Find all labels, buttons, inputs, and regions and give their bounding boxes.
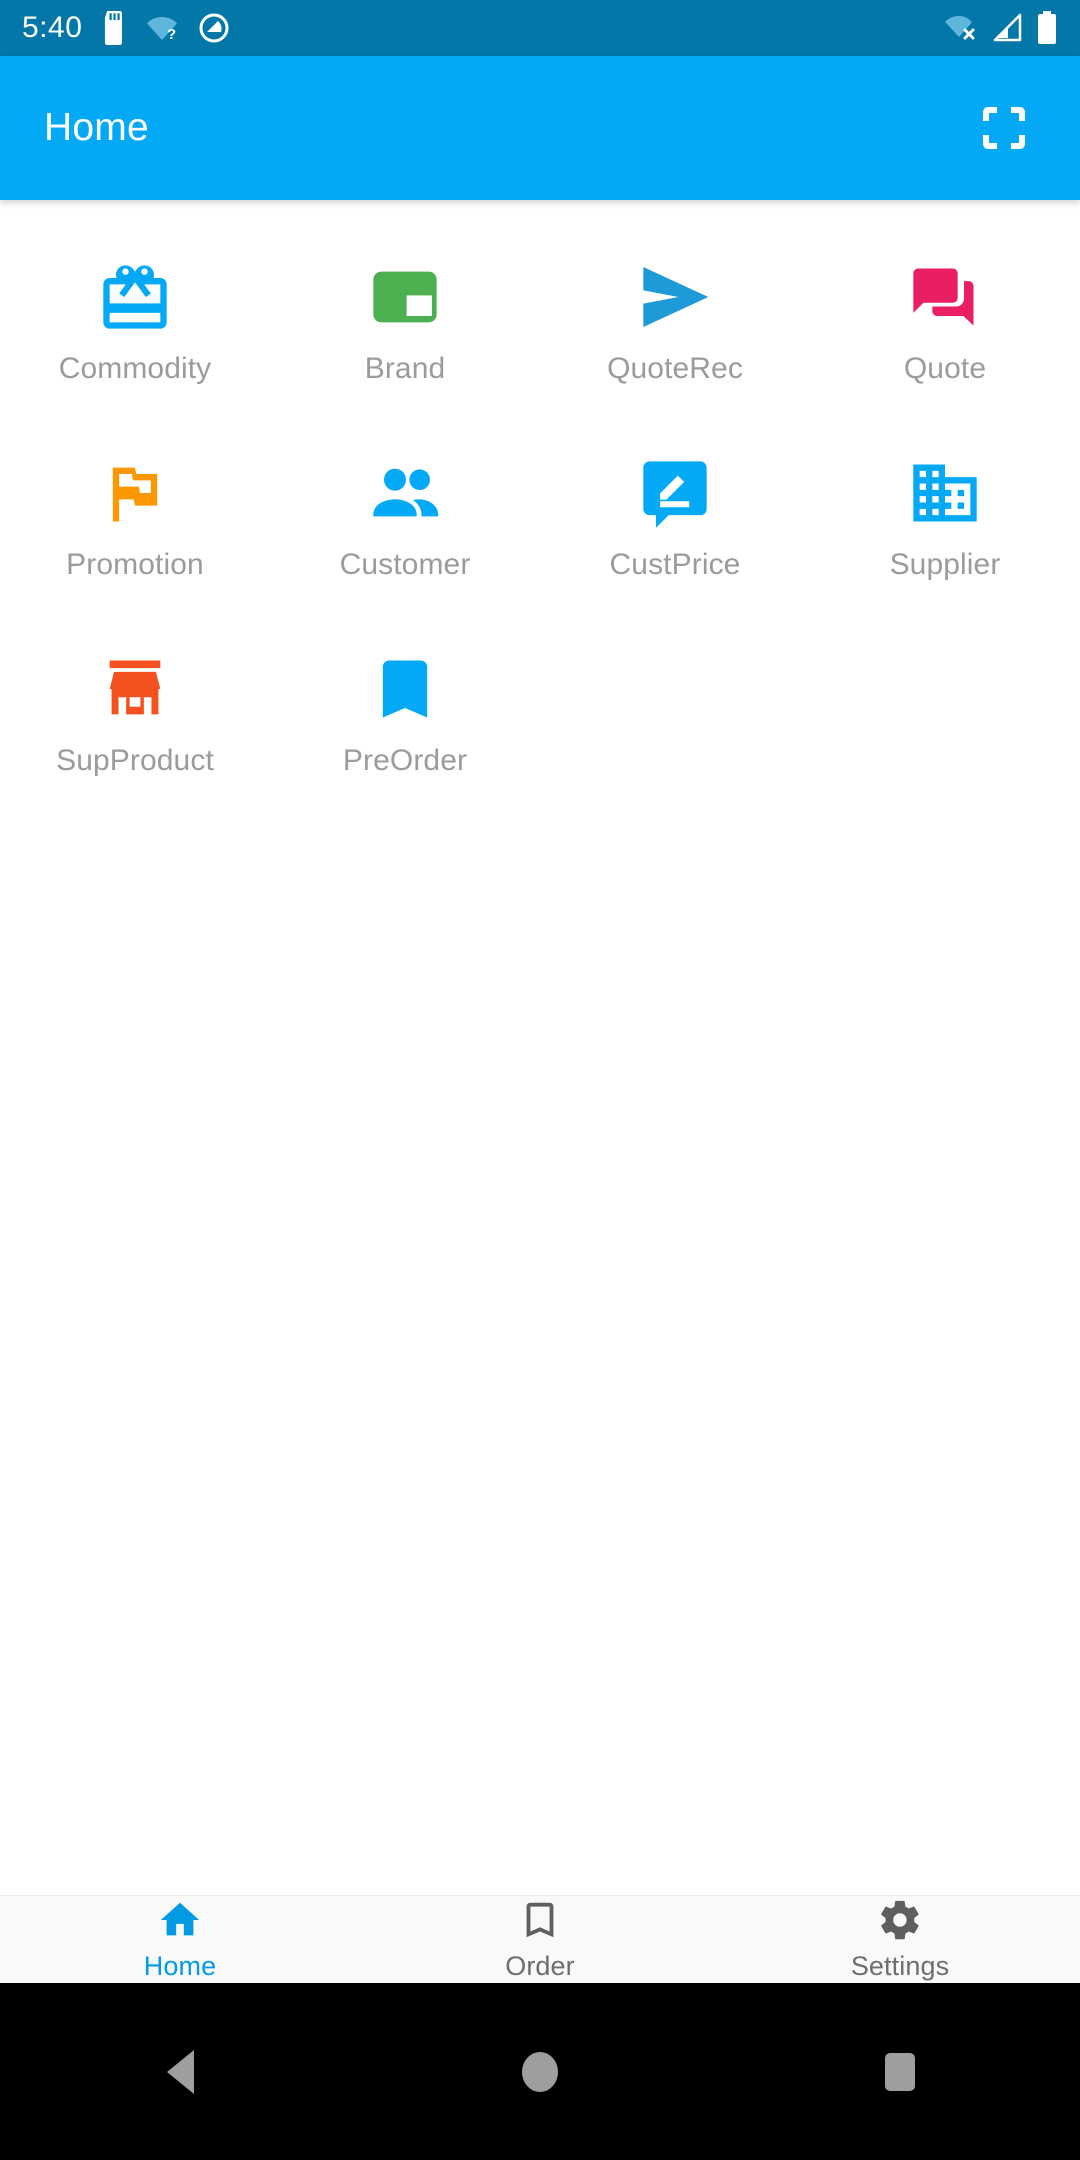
bottom-navigation: Home Order Settings <box>0 1895 1080 1983</box>
back-button[interactable] <box>120 1983 240 2160</box>
bottom-nav-label: Order <box>505 1951 575 1981</box>
android-navigation-bar <box>0 1983 1080 2160</box>
gift-card-icon <box>97 260 173 334</box>
app-bar: Home <box>0 56 1080 200</box>
status-bar-left: 5:40 ? <box>22 11 230 45</box>
app-screen: 5:40 ? Home Commodity Brand QuoteRec Quo… <box>0 0 1080 2160</box>
recents-square-icon <box>885 2052 915 2091</box>
bottom-nav-item-order[interactable]: Order <box>360 1896 720 1983</box>
grid-item-preorder[interactable]: PreOrder <box>270 620 540 816</box>
send-icon <box>635 260 715 334</box>
bookmark-icon <box>367 652 443 726</box>
home-button[interactable] <box>480 1983 600 2160</box>
bookmark-outline-icon <box>526 1902 554 1938</box>
scan-fullscreen-button[interactable] <box>972 96 1036 160</box>
grid-item-supproduct[interactable]: SupProduct <box>0 620 270 816</box>
grid-item-label: Supplier <box>889 548 1001 581</box>
grid-item-label: Commodity <box>58 352 212 385</box>
recents-button[interactable] <box>840 1983 960 2160</box>
wifi-off-icon <box>945 16 975 40</box>
cell-signal-icon <box>993 13 1022 42</box>
grid-item-quote[interactable]: Quote <box>810 228 1080 424</box>
grid-item-label: SupProduct <box>56 744 214 777</box>
rate-review-icon <box>637 456 713 530</box>
back-triangle-icon <box>166 2049 194 2094</box>
flag-outline-icon <box>97 456 173 530</box>
grid-item-label: PreOrder <box>342 744 468 777</box>
home-icon <box>160 1902 200 1936</box>
home-circle-icon <box>522 2051 558 2092</box>
grid-item-custprice[interactable]: CustPrice <box>540 424 810 620</box>
status-bar-right <box>944 11 1058 45</box>
grid-item-supplier[interactable]: Supplier <box>810 424 1080 620</box>
grid-item-commodity[interactable]: Commodity <box>0 228 270 424</box>
do-not-disturb-icon <box>199 13 229 43</box>
grid-item-promotion[interactable]: Promotion <box>0 424 270 620</box>
bottom-nav-label: Home <box>143 1951 217 1981</box>
main-content: Commodity Brand QuoteRec Quote Promotion… <box>0 200 1080 1895</box>
people-icon <box>365 456 445 530</box>
bottom-nav-item-home[interactable]: Home <box>0 1896 360 1983</box>
grid-item-label: Brand <box>364 352 446 385</box>
question-answer-icon <box>907 260 983 334</box>
store-icon <box>97 652 173 726</box>
sd-card-icon <box>105 11 123 45</box>
status-bar: 5:40 ? <box>0 0 1080 56</box>
picture-in-picture-icon <box>367 260 443 334</box>
domain-building-icon <box>907 456 983 530</box>
grid-item-quoterec[interactable]: QuoteRec <box>540 228 810 424</box>
wifi-question-icon: ? <box>147 17 178 43</box>
status-bar-clock: 5:40 <box>22 11 83 44</box>
bottom-nav-label: Settings <box>850 1951 950 1981</box>
grid-item-label: Promotion <box>66 548 204 581</box>
app-shortcut-grid: Commodity Brand QuoteRec Quote Promotion… <box>0 200 1080 816</box>
grid-item-brand[interactable]: Brand <box>270 228 540 424</box>
grid-item-label: QuoteRec <box>607 352 743 385</box>
battery-full-icon <box>1038 11 1056 44</box>
grid-item-label: Quote <box>903 352 987 385</box>
grid-item-label: CustPrice <box>609 548 741 581</box>
grid-item-customer[interactable]: Customer <box>270 424 540 620</box>
scan-fullscreen-icon <box>983 107 1025 149</box>
svg-text:?: ? <box>167 26 176 43</box>
gear-icon <box>881 1900 919 1940</box>
grid-item-label: Customer <box>339 548 471 581</box>
bottom-nav-item-settings[interactable]: Settings <box>720 1896 1080 1983</box>
page-title: Home <box>44 106 149 149</box>
